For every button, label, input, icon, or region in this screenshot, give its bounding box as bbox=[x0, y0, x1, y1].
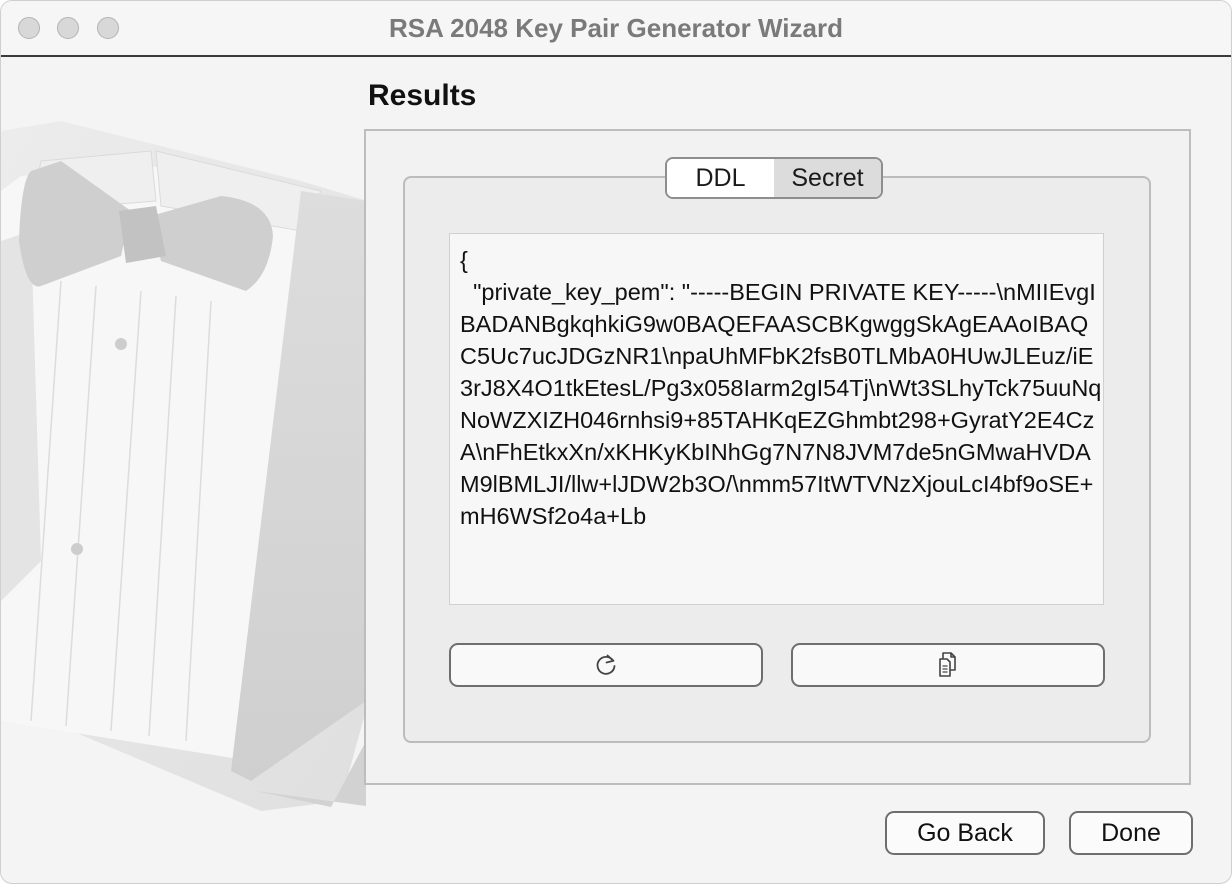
title-bar: RSA 2048 Key Pair Generator Wizard bbox=[1, 1, 1231, 57]
tab-ddl[interactable]: DDL bbox=[667, 159, 774, 197]
go-back-button[interactable]: Go Back bbox=[885, 811, 1045, 855]
tab-secret[interactable]: Secret bbox=[774, 159, 881, 197]
output-text-area[interactable]: { "private_key_pem": "-----BEGIN PRIVATE… bbox=[449, 233, 1104, 605]
window-title: RSA 2048 Key Pair Generator Wizard bbox=[389, 13, 843, 43]
tuxedo-illustration bbox=[1, 121, 371, 811]
copy-icon bbox=[939, 652, 956, 677]
results-heading: Results bbox=[368, 79, 477, 112]
done-button[interactable]: Done bbox=[1069, 811, 1193, 855]
wizard-window: RSA 2048 Key Pair Generator Wizard Resul… bbox=[0, 0, 1232, 884]
regenerate-button[interactable] bbox=[449, 643, 763, 687]
refresh-icon bbox=[596, 654, 616, 675]
output-tab-selector: DDL Secret bbox=[665, 157, 883, 199]
copy-button[interactable] bbox=[791, 643, 1105, 687]
